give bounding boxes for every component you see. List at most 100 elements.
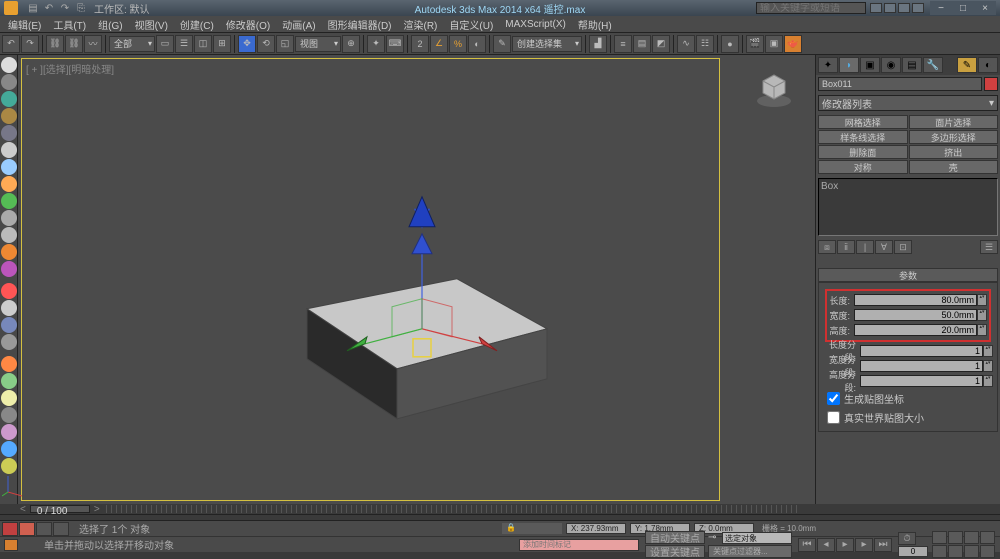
populate-icon[interactable] (1, 108, 17, 124)
topo-icon[interactable] (1, 125, 17, 141)
time-ruler[interactable] (106, 505, 800, 513)
height-spinner[interactable]: ▴▾ (977, 324, 987, 336)
tab-hierarchy[interactable]: ▣ (860, 57, 880, 73)
menu-rendering[interactable]: 渲染(R) (398, 17, 444, 32)
render-setup-button[interactable]: 🎬 (746, 35, 764, 53)
tab-extra-icon[interactable]: ◐ (978, 57, 998, 73)
freeform-icon[interactable] (1, 57, 17, 73)
helpers-icon[interactable] (1, 283, 17, 299)
window-crossing-button[interactable]: ⊞ (213, 35, 231, 53)
time-tag-input[interactable] (519, 539, 639, 551)
btn-patch-select[interactable]: 面片选择 (909, 115, 999, 129)
spacewarp-icon[interactable] (1, 317, 17, 333)
time-config-button[interactable]: ⏱ (898, 532, 916, 545)
menu-customize[interactable]: 自定义(U) (443, 17, 499, 32)
length-input[interactable] (854, 294, 977, 306)
menu-animation[interactable]: 动画(A) (276, 17, 321, 32)
goto-end-button[interactable]: ⏭ (874, 538, 892, 552)
zoom-button[interactable] (932, 531, 947, 544)
next-frame-button[interactable]: ▸ (855, 538, 873, 552)
pin-stack-button[interactable]: ⧈ (818, 240, 836, 254)
std-prim-icon[interactable] (1, 356, 17, 372)
selection-filter-dropdown[interactable]: 全部 (109, 36, 155, 52)
tab-display[interactable]: ▤ (902, 57, 922, 73)
spinner-snap-button[interactable]: ◐ (468, 35, 486, 53)
viewport-label[interactable]: [ + ][选择][明暗处理] (26, 61, 114, 76)
remove-mod-button[interactable]: ∀ (875, 240, 893, 254)
viewport[interactable]: [ + ][选择][明暗处理] (18, 55, 815, 504)
infocenter-icon[interactable] (870, 3, 882, 13)
btn-delete-face[interactable]: 删除面 (818, 145, 908, 159)
menu-group[interactable]: 组(G) (92, 17, 128, 32)
stack-item[interactable]: Box (821, 181, 838, 192)
modifier-stack[interactable]: Box (818, 178, 998, 236)
zoom-extents-all-button[interactable] (980, 531, 995, 544)
sphere-icon[interactable] (1, 176, 17, 192)
menu-view[interactable]: 视图(V) (129, 17, 174, 32)
qat-undo-icon[interactable]: ↶ (42, 1, 56, 15)
pivot-button[interactable]: ⊕ (342, 35, 360, 53)
signin-icon[interactable] (884, 3, 896, 13)
menu-tools[interactable]: 工具(T) (47, 17, 92, 32)
compound-icon[interactable] (1, 390, 17, 406)
orbit-button[interactable] (964, 545, 979, 558)
snap-2d-button[interactable]: 2 (411, 35, 429, 53)
redo-button[interactable]: ↷ (21, 35, 39, 53)
cone-icon[interactable] (1, 244, 17, 260)
width-input[interactable] (854, 309, 977, 321)
menu-create[interactable]: 创建(C) (174, 17, 220, 32)
btn-poly-select[interactable]: 多边形选择 (909, 130, 999, 144)
lseg-input[interactable] (860, 345, 983, 357)
max-toggle-button[interactable] (980, 545, 995, 558)
width-spinner[interactable]: ▴▾ (977, 309, 987, 321)
maxscript-mini-icon[interactable] (2, 522, 18, 536)
real-world-checkbox[interactable] (827, 411, 840, 424)
rotate-button[interactable]: ⟲ (257, 35, 275, 53)
select-region-button[interactable]: ◫ (194, 35, 212, 53)
systems-icon[interactable] (1, 334, 17, 350)
show-end-result-button[interactable]: ⅱ (837, 240, 855, 254)
viewcube[interactable] (753, 67, 795, 109)
btn-spline-select[interactable]: 样条线选择 (818, 130, 908, 144)
comm-center-icon[interactable] (4, 539, 18, 551)
tab-create[interactable]: ✦ (818, 57, 838, 73)
btn-shell[interactable]: 壳 (909, 160, 999, 174)
isolate-mini-icon[interactable] (36, 522, 52, 536)
sets-button[interactable]: ☰ (980, 240, 998, 254)
snap-percent-button[interactable]: % (449, 35, 467, 53)
workspace-label[interactable]: 工作区: 默认 (94, 1, 150, 16)
cylinder-icon[interactable] (1, 193, 17, 209)
nurbs-icon[interactable] (1, 441, 17, 457)
geosphere-icon[interactable] (1, 261, 17, 277)
snap-angle-button[interactable]: ∠ (430, 35, 448, 53)
qat-new-icon[interactable]: ▤ (26, 1, 40, 15)
close-button[interactable]: × (974, 1, 996, 15)
fov-button[interactable] (932, 545, 947, 558)
mirror-button[interactable]: ▟ (589, 35, 607, 53)
torus-icon[interactable] (1, 227, 17, 243)
lseg-spinner[interactable]: ▴▾ (983, 345, 993, 357)
zoom-all-button[interactable] (948, 531, 963, 544)
rollup-header[interactable]: 参数 (818, 268, 998, 282)
btn-extrude[interactable]: 挤出 (909, 145, 999, 159)
lock-mini-icon[interactable] (53, 522, 69, 536)
object-color-swatch[interactable] (984, 77, 998, 91)
dividers-icon[interactable] (1, 300, 17, 316)
menu-help[interactable]: 帮助(H) (572, 17, 618, 32)
move-button[interactable]: ✥ (238, 35, 256, 53)
keyboard-shortcut-button[interactable]: ⌨ (386, 35, 404, 53)
bind-space-warp-button[interactable]: 〰 (84, 35, 102, 53)
coord-x[interactable]: X: 237.93mm (566, 523, 626, 534)
ext-prim-icon[interactable] (1, 373, 17, 389)
config-button[interactable]: ⊡ (894, 240, 912, 254)
prev-frame-button[interactable]: ◂ (817, 538, 835, 552)
select-by-name-button[interactable]: ☰ (175, 35, 193, 53)
object-paint-icon[interactable] (1, 91, 17, 107)
play-button[interactable]: ▸ (836, 538, 854, 552)
help-icon[interactable] (912, 3, 924, 13)
pan-button[interactable] (948, 545, 963, 558)
unlink-button[interactable]: ⛓ (65, 35, 83, 53)
tab-modify[interactable]: ◗ (839, 57, 859, 73)
time-slider-handle[interactable]: 0 / 100 (30, 505, 90, 513)
manipulate-button[interactable]: ✦ (367, 35, 385, 53)
